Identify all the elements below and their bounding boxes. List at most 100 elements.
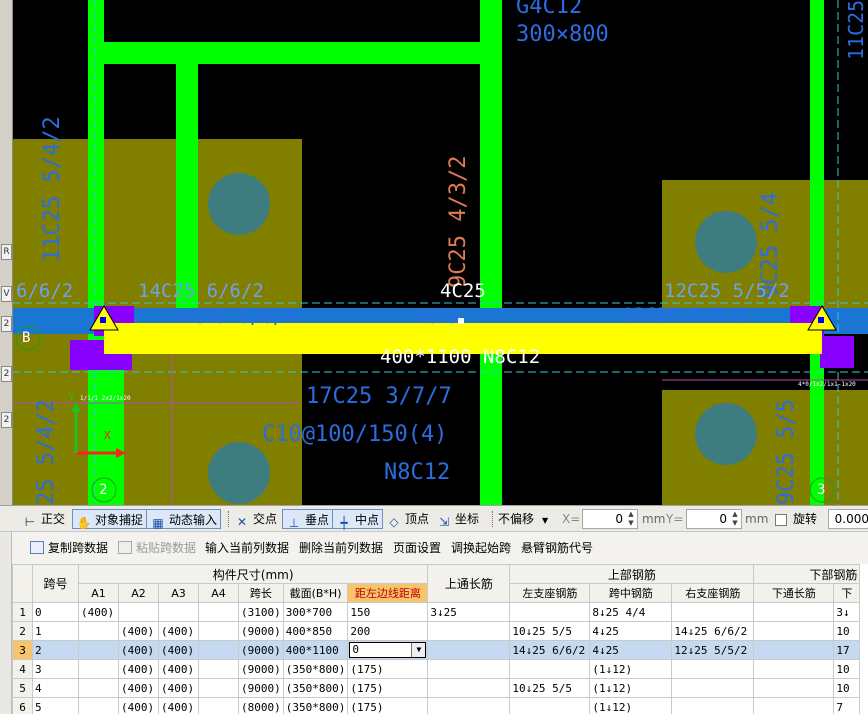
- x-coordinate-input[interactable]: 0 ▲ ▼: [582, 509, 638, 529]
- cell-a4[interactable]: [198, 678, 239, 698]
- spinner-arrows-icon[interactable]: ▲ ▼: [730, 510, 740, 528]
- cell-extra[interactable]: 17: [833, 640, 861, 660]
- cad-drawing-canvas[interactable]: G4C12 300×800 11C25 11C25 5/4/2 9C25 4/3…: [0, 0, 868, 505]
- cell-mid[interactable]: 4↓25: [589, 621, 673, 641]
- cell-a4[interactable]: [198, 659, 239, 679]
- cell-span[interactable]: 3: [32, 659, 79, 679]
- strip-tab[interactable]: V: [1, 286, 12, 302]
- cell-span[interactable]: 0: [32, 602, 79, 622]
- cell-len[interactable]: (9000): [238, 678, 284, 698]
- cell-bt[interactable]: [753, 659, 835, 679]
- corner-cell[interactable]: [12, 564, 33, 603]
- beam-vertical[interactable]: [810, 0, 824, 505]
- cell-rs[interactable]: 12↓25 5/5/2: [671, 640, 755, 660]
- support-right[interactable]: [820, 336, 854, 368]
- pile-circle[interactable]: [695, 211, 757, 273]
- cell-mid[interactable]: (1↓12): [589, 678, 673, 698]
- strip-tab[interactable]: 2: [1, 412, 12, 428]
- cell-mid[interactable]: 8↓25 4/4: [589, 602, 673, 622]
- pile-circle[interactable]: [208, 173, 270, 235]
- cell-span[interactable]: 4: [32, 678, 79, 698]
- cell-ls[interactable]: [509, 697, 591, 714]
- cell-a2[interactable]: (400): [118, 697, 159, 714]
- cell-bt[interactable]: [753, 621, 835, 641]
- header-span-length[interactable]: 跨长: [238, 583, 284, 603]
- cell-len[interactable]: (9000): [238, 659, 284, 679]
- cell-sec[interactable]: (350*800): [282, 678, 349, 698]
- cell-a1[interactable]: (400): [78, 602, 119, 622]
- header-right-support[interactable]: 右支座钢筋: [671, 583, 755, 603]
- cell-a4[interactable]: [198, 697, 239, 714]
- cell-bt[interactable]: [753, 678, 835, 698]
- strip-tab[interactable]: R: [1, 244, 12, 260]
- cell-a2[interactable]: (400): [118, 621, 159, 641]
- cell-a3[interactable]: (400): [158, 640, 199, 660]
- paste-span-button[interactable]: 粘贴跨数据: [118, 540, 196, 556]
- cell-rs[interactable]: [671, 678, 755, 698]
- cell-sec[interactable]: (350*800): [282, 697, 349, 714]
- header-dist-left[interactable]: 距左边线距离: [347, 583, 429, 603]
- header-section[interactable]: 截面(B*H): [282, 583, 349, 603]
- cell-ls[interactable]: 10↓25 5/5: [509, 678, 591, 698]
- cell-extra[interactable]: 10: [833, 659, 861, 679]
- pile-circle[interactable]: [208, 442, 270, 504]
- cell-mid[interactable]: (1↓12): [589, 697, 673, 714]
- ortho-toggle[interactable]: ⊢ 正交: [22, 509, 65, 529]
- cell-extra[interactable]: 10: [833, 678, 861, 698]
- grip-point[interactable]: [100, 317, 106, 323]
- strip-tab[interactable]: 2: [1, 366, 12, 382]
- cell-top[interactable]: [427, 678, 511, 698]
- cell-len[interactable]: (3100): [238, 602, 284, 622]
- perpendicular-snap[interactable]: ⊥ 垂点: [282, 509, 334, 530]
- cell-ls[interactable]: 10↓25 5/5: [509, 621, 591, 641]
- cell-len[interactable]: (9000): [238, 640, 284, 660]
- cell-top[interactable]: [427, 640, 511, 660]
- cell-bt[interactable]: [753, 697, 835, 714]
- cell-a3[interactable]: (400): [158, 659, 199, 679]
- cell-len[interactable]: (9000): [238, 621, 284, 641]
- header-more[interactable]: 下: [833, 583, 861, 603]
- row-header-cell[interactable]: 2: [12, 621, 33, 641]
- cell-rs[interactable]: [671, 659, 755, 679]
- rotate-angle-input[interactable]: 0.000: [828, 509, 868, 529]
- row-header-cell[interactable]: 1: [12, 602, 33, 622]
- cell-a1[interactable]: [78, 621, 119, 641]
- header-a4[interactable]: A4: [198, 583, 239, 603]
- cell-top[interactable]: [427, 697, 511, 714]
- pile-circle[interactable]: [695, 403, 757, 465]
- cell-a1[interactable]: [78, 640, 119, 660]
- cell-a1[interactable]: [78, 678, 119, 698]
- row-header-cell[interactable]: 4: [12, 659, 33, 679]
- cell-span[interactable]: 5: [32, 697, 79, 714]
- spinner-arrows-icon[interactable]: ▲ ▼: [626, 510, 636, 528]
- beam-horizontal[interactable]: [104, 42, 502, 64]
- cell-bt[interactable]: [753, 640, 835, 660]
- swap-start-span-button[interactable]: 调换起始跨: [451, 540, 511, 556]
- cell-extra[interactable]: 7: [833, 697, 861, 714]
- cell-a4[interactable]: [198, 621, 239, 641]
- cell-sec[interactable]: 400*850: [282, 621, 349, 641]
- header-a3[interactable]: A3: [158, 583, 199, 603]
- header-mid-span[interactable]: 跨中钢筋: [589, 583, 673, 603]
- cell-len[interactable]: (8000): [238, 697, 284, 714]
- beam-vertical[interactable]: [88, 0, 104, 505]
- header-a1[interactable]: A1: [78, 583, 119, 603]
- cell-ls[interactable]: 14↓25 6/6/2: [509, 640, 591, 660]
- row-header-cell[interactable]: 3: [12, 640, 33, 660]
- delete-column-button[interactable]: 删除当前列数据: [299, 540, 383, 556]
- chevron-down-icon[interactable]: ▼: [411, 643, 426, 657]
- table-row[interactable]: 3 2 (400) (400) (9000) 400*1100 0 ▼ 14↓25 6/6/2 4…: [12, 640, 861, 660]
- cell-top[interactable]: [427, 621, 511, 641]
- column-pad-right-bottom[interactable]: [662, 390, 868, 505]
- cell-a4[interactable]: [198, 640, 239, 660]
- table-row[interactable]: 6 5 (400) (400) (8000) (350*800) (175) (1↓12) 7: [12, 697, 861, 714]
- cell-extra[interactable]: 3↓: [833, 602, 861, 622]
- cell-extra[interactable]: 10: [833, 621, 861, 641]
- cell-a3[interactable]: [158, 602, 199, 622]
- cell-span[interactable]: 1: [32, 621, 79, 641]
- strip-tab[interactable]: 2: [1, 316, 12, 332]
- midpoint-snap[interactable]: ┿ 中点: [332, 509, 384, 530]
- cell-dist[interactable]: 200: [347, 621, 429, 641]
- table-row[interactable]: 5 4 (400) (400) (9000) (350*800) (175) 10↓25 5/…: [12, 678, 861, 698]
- cell-sec[interactable]: 400*1100: [282, 640, 349, 660]
